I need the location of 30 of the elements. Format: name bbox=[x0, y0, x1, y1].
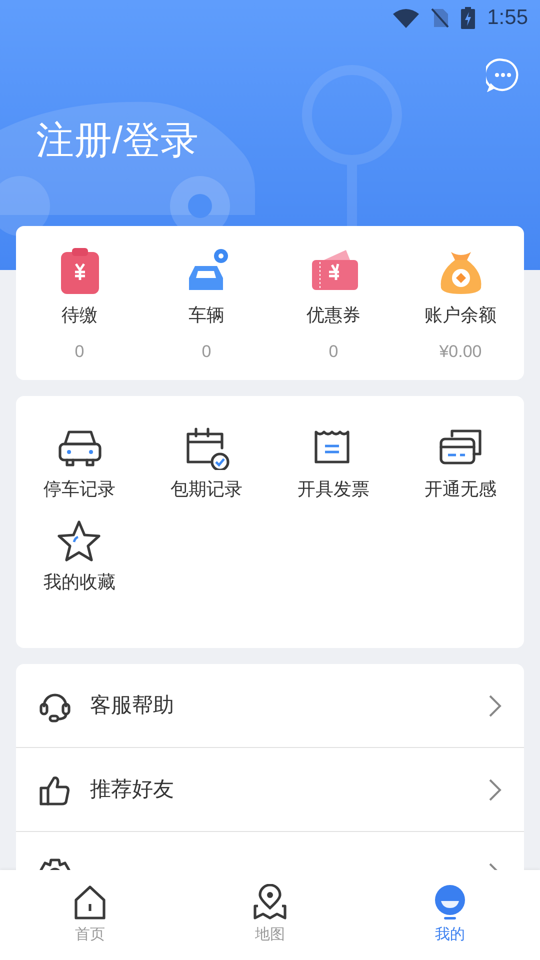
asset-value: 0 bbox=[328, 341, 338, 363]
menu-row[interactable]: 客服帮助 bbox=[16, 664, 524, 748]
asset-label[interactable]: 优惠券 bbox=[306, 302, 360, 329]
service-label[interactable]: 我的收藏 bbox=[44, 569, 116, 596]
calendar-check-icon bbox=[184, 426, 230, 470]
status-time: 1:55 bbox=[487, 5, 528, 32]
no-sim-icon bbox=[431, 8, 450, 28]
asset-value: 0 bbox=[202, 341, 212, 363]
asset-label[interactable]: 待缴 bbox=[62, 302, 98, 329]
service-label[interactable]: 开通无感 bbox=[424, 476, 496, 503]
menu-row[interactable]: 推荐好友 bbox=[16, 748, 524, 832]
asset-label[interactable]: 账户余额 bbox=[424, 302, 496, 329]
service-label[interactable]: 停车记录 bbox=[44, 476, 116, 503]
chevron-right-icon bbox=[488, 694, 502, 718]
service-label[interactable]: 包期记录 bbox=[170, 476, 242, 503]
service-label[interactable]: 开具发票 bbox=[298, 476, 370, 503]
message-icon[interactable] bbox=[486, 58, 520, 92]
asset-value: ¥0.00 bbox=[439, 341, 482, 363]
menu-label: 客服帮助 bbox=[90, 692, 175, 719]
battery-icon bbox=[461, 7, 476, 29]
asset-label[interactable]: 车辆 bbox=[188, 302, 224, 329]
nav-tab[interactable]: 我的 bbox=[360, 870, 540, 960]
asset-value: 0 bbox=[74, 341, 84, 363]
menu-label: 推荐好友 bbox=[90, 776, 175, 803]
user-icon bbox=[432, 884, 468, 920]
chevron-right-icon bbox=[488, 778, 502, 802]
wifi-icon bbox=[393, 8, 420, 28]
home-icon bbox=[72, 884, 108, 920]
map-pin-icon bbox=[252, 884, 288, 920]
star-icon bbox=[56, 519, 102, 563]
